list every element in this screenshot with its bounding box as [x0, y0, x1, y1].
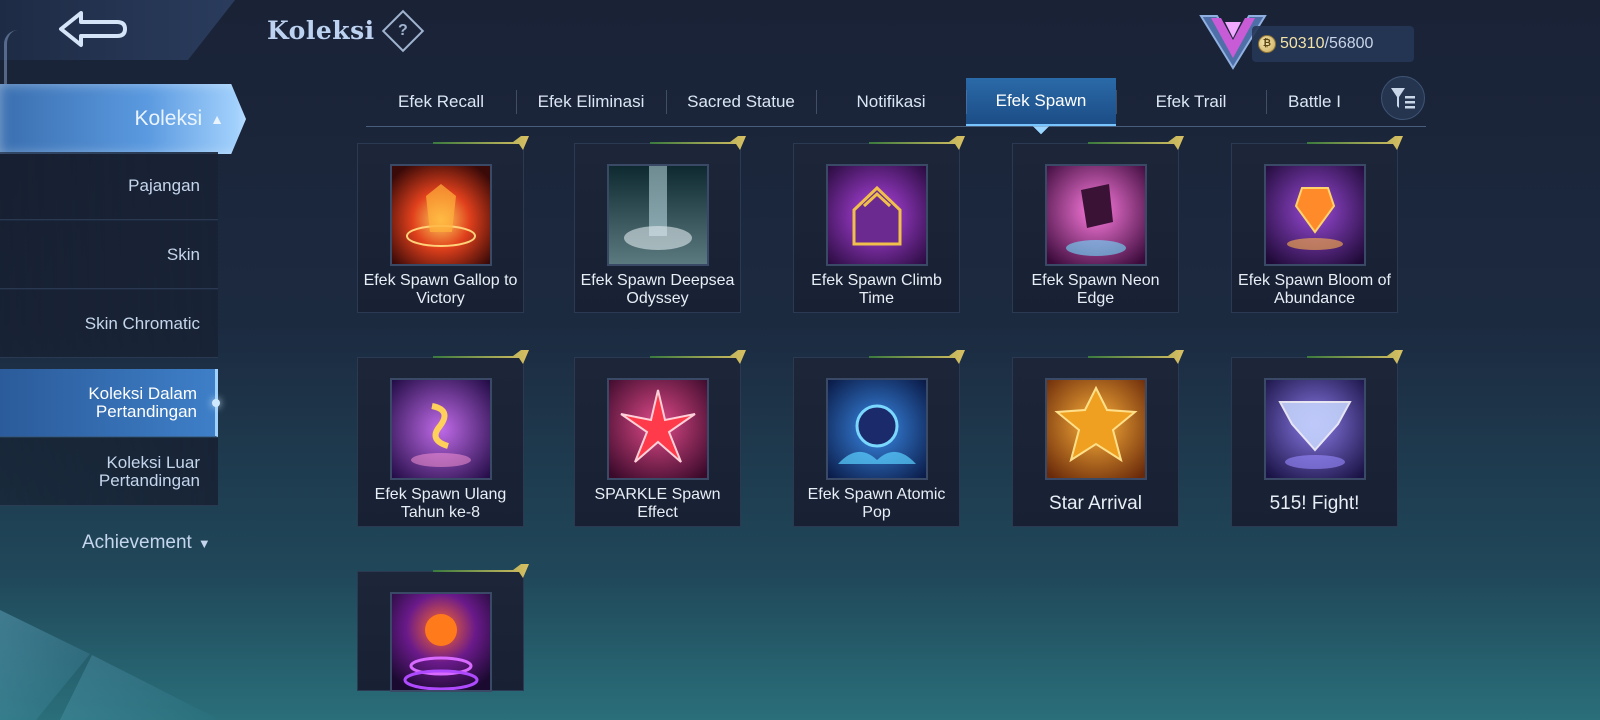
item-name: Efek Spawn Gallop to Victory	[363, 272, 518, 307]
item-thumbnail	[390, 164, 492, 266]
currency-value: 50310	[1280, 35, 1325, 52]
tab-label: Efek Trail	[1155, 92, 1227, 111]
sidebar-item-label: Koleksi Luar Pertandingan	[98, 452, 200, 490]
coin-icon: ₿	[1258, 35, 1276, 53]
background-shard	[60, 655, 220, 720]
item-name: Efek Spawn Deepsea Odyssey	[580, 272, 735, 307]
tab-efek-spawn[interactable]: Efek Spawn	[966, 78, 1116, 126]
item-thumbnail	[1264, 378, 1366, 480]
chevron-up-icon: ▲	[210, 111, 224, 127]
item-name: Efek Spawn Neon Edge	[1031, 272, 1160, 307]
collection-item-card[interactable]: Efek Spawn Ulang Tahun ke-8	[357, 350, 529, 527]
collection-item-card[interactable]: Efek Spawn Atomic Pop	[793, 350, 965, 527]
card-corner-ornament	[1307, 136, 1403, 150]
sidebar-item-skin[interactable]: Skin	[0, 221, 218, 289]
item-name: Efek Spawn Atomic Pop	[807, 486, 946, 521]
sidebar-section-koleksi[interactable]: Koleksi ▲	[0, 84, 246, 154]
collection-item-card[interactable]: Efek Spawn Neon Edge	[1012, 136, 1184, 313]
card-corner-ornament	[869, 350, 965, 364]
sidebar-item-skin-chromatic[interactable]: Skin Chromatic	[0, 290, 218, 358]
item-name: Efek Spawn Bloom of Abundance	[1238, 272, 1391, 307]
card-corner-ornament	[869, 136, 965, 150]
filter-icon	[1391, 88, 1415, 109]
tab-efek-eliminasi[interactable]: Efek Eliminasi	[516, 78, 666, 126]
item-thumbnail	[1045, 378, 1147, 480]
tab-underline	[366, 126, 1426, 127]
collection-item-card[interactable]: Efek Spawn Gallop to Victory	[357, 136, 529, 313]
tab-label: Battle I	[1288, 92, 1341, 111]
sidebar-item-label: Skin	[166, 244, 200, 264]
tab-sacred-statue[interactable]: Sacred Statue	[666, 78, 816, 126]
item-thumbnail	[1264, 164, 1366, 266]
tab-label: Notifikasi	[856, 92, 926, 111]
item-name: 515! Fight!	[1269, 493, 1360, 515]
card-corner-ornament	[433, 136, 529, 150]
tab-efek-recall[interactable]: Efek Recall	[366, 78, 516, 126]
tab-efek-trail[interactable]: Efek Trail	[1116, 78, 1266, 126]
back-arrow-icon	[58, 11, 127, 47]
sidebar-item-label: Skin Chromatic	[84, 313, 200, 333]
help-icon[interactable]: ?	[381, 9, 425, 53]
page-title: Koleksi	[267, 16, 375, 45]
card-corner-ornament	[650, 350, 746, 364]
sidebar-item-pajangan[interactable]: Pajangan	[0, 152, 218, 220]
currency-display: ₿ 50310/56800	[1252, 26, 1414, 62]
achievement-label: Achievement	[82, 532, 192, 553]
sidebar-item-label: Koleksi Dalam Pertandingan	[88, 383, 197, 421]
item-thumbnail	[390, 592, 492, 692]
sidebar-item-label: Pajangan	[128, 175, 200, 195]
back-button[interactable]	[0, 0, 235, 60]
tab-label: Efek Recall	[398, 92, 484, 111]
item-name: Efek Spawn Climb Time	[811, 272, 942, 307]
item-name: SPARKLE Spawn Effect	[594, 486, 721, 521]
collection-item-card[interactable]: Efek Spawn Bloom of Abundance	[1231, 136, 1403, 313]
item-thumbnail	[826, 378, 928, 480]
card-corner-ornament	[650, 136, 746, 150]
item-thumbnail	[826, 164, 928, 266]
item-name: Efek Spawn Ulang Tahun ke-8	[374, 486, 507, 521]
chevron-down-icon: ▼	[197, 536, 211, 551]
filter-button[interactable]	[1381, 76, 1425, 120]
tab-label: Efek Eliminasi	[537, 92, 645, 111]
sidebar-item-koleksi-luar-pertandingan[interactable]: Koleksi Luar Pertandingan	[0, 438, 218, 506]
tab-label: Sacred Statue	[687, 92, 795, 111]
collection-item-card[interactable]: 515! Fight!	[1231, 350, 1403, 527]
collection-item-card[interactable]: Star Arrival	[1012, 350, 1184, 527]
item-thumbnail	[607, 378, 709, 480]
item-thumbnail	[1045, 164, 1147, 266]
item-name: Star Arrival	[1049, 493, 1142, 515]
card-corner-ornament	[433, 350, 529, 364]
sidebar-section-achievement[interactable]: Achievement ▼	[82, 532, 211, 554]
currency-max: 56800	[1328, 35, 1374, 52]
tab-notifikasi[interactable]: Notifikasi	[816, 78, 966, 126]
collection-item-card[interactable]: Efek Spawn Climb Time	[793, 136, 965, 313]
tab-battle[interactable]: Battle I	[1266, 78, 1366, 126]
collection-item-card[interactable]: Efek Spawn Deepsea Odyssey	[574, 136, 746, 313]
item-thumbnail	[607, 164, 709, 266]
card-corner-ornament	[1307, 350, 1403, 364]
collection-item-card[interactable]	[357, 564, 529, 692]
help-glyph: ?	[398, 22, 408, 39]
category-tabs: Efek Recall Efek Eliminasi Sacred Statue…	[366, 78, 1366, 126]
sidebar-item-koleksi-dalam-pertandingan[interactable]: Koleksi Dalam Pertandingan	[0, 369, 220, 437]
item-thumbnail	[390, 378, 492, 480]
collection-item-card[interactable]: SPARKLE Spawn Effect	[574, 350, 746, 527]
card-corner-ornament	[1088, 136, 1184, 150]
tab-label: Efek Spawn	[995, 91, 1087, 110]
sidebar-section-label: Koleksi	[134, 107, 203, 130]
card-corner-ornament	[433, 564, 529, 578]
card-corner-ornament	[1088, 350, 1184, 364]
